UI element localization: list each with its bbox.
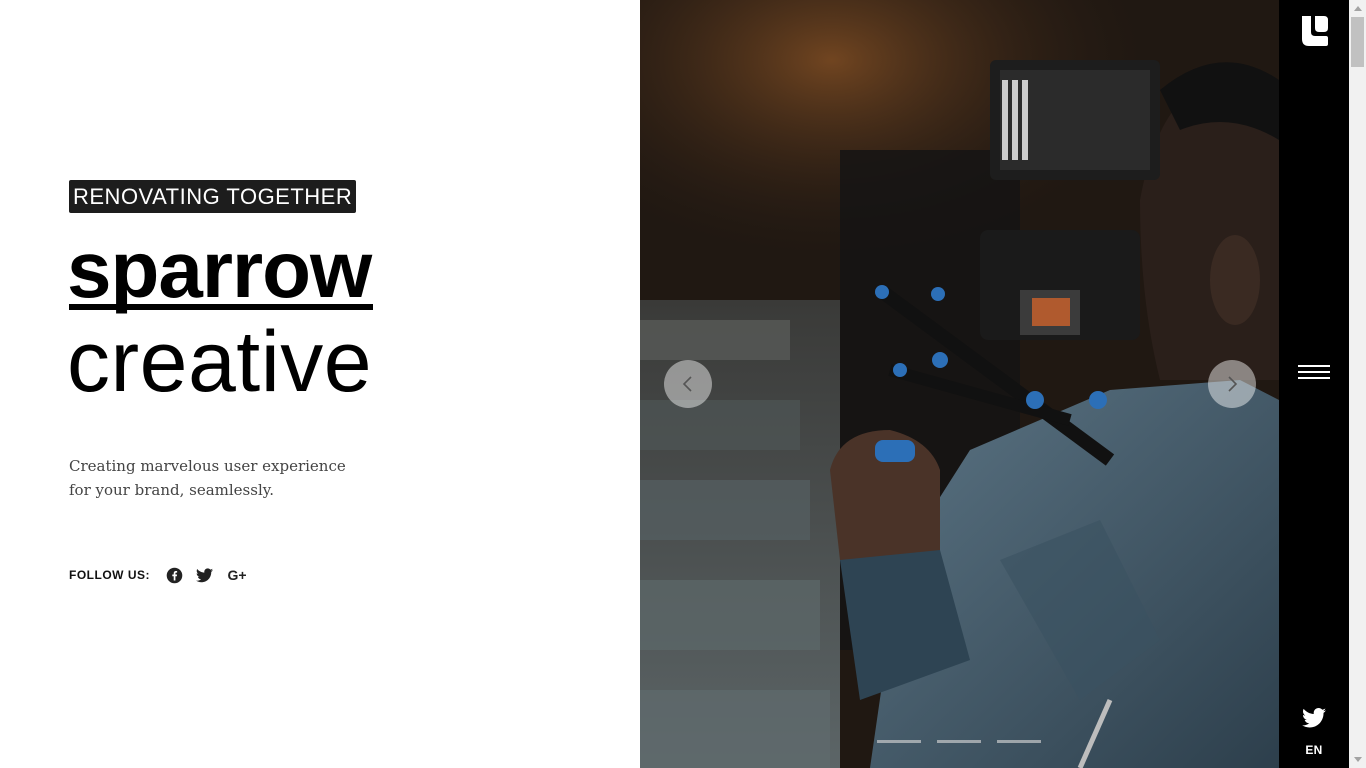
brand-name-light: creative [67,314,373,410]
hamburger-menu-icon[interactable] [1298,365,1330,385]
scroll-down-icon[interactable] [1349,751,1366,768]
right-sidebar: EN [1279,0,1349,768]
hero-description: Creating marvelous user experience for y… [69,454,369,502]
slider-next-button[interactable] [1208,360,1256,408]
scroll-up-icon[interactable] [1349,0,1366,17]
slider-dot[interactable] [997,740,1041,743]
twitter-icon[interactable] [1302,707,1326,729]
page-scrollbar[interactable] [1349,0,1366,768]
twitter-icon[interactable] [196,566,214,584]
follow-us-label: FOLLOW US: [69,568,150,582]
facebook-icon[interactable] [166,566,184,584]
follow-us: FOLLOW US: G+ [69,566,260,584]
slider-prev-button[interactable] [664,360,712,408]
google-plus-icon[interactable]: G+ [226,566,248,584]
brand-name-bold: sparrow [67,222,374,318]
slider-dot[interactable] [877,740,921,743]
chevron-left-icon [682,376,692,392]
description-line-2: for your brand, seamlessly. [69,481,274,499]
slider-dot[interactable] [937,740,981,743]
scrollbar-thumb[interactable] [1351,17,1364,67]
description-line-1: Creating marvelous user experience [69,457,346,475]
hero-content: RENOVATING TOGETHER sparrow creative Cre… [0,0,640,768]
chevron-right-icon [1228,376,1238,392]
language-switcher[interactable]: EN [1279,743,1349,757]
slider-pagination [877,740,1057,743]
sparrow-logo-icon[interactable] [1299,14,1329,48]
hero-image [640,0,1279,768]
tagline-badge: RENOVATING TOGETHER [69,180,357,213]
hero-slider [640,0,1279,768]
